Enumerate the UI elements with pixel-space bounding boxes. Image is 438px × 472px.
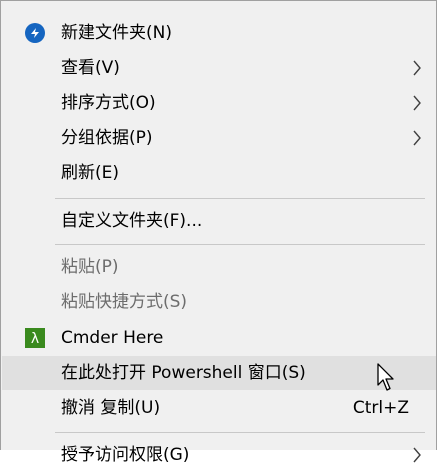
menu-item-undo-copy[interactable]: 撤消 复制(U) Ctrl+Z: [2, 391, 436, 425]
menu-item-paste-shortcut: 粘贴快捷方式(S): [2, 285, 436, 319]
menu-item-label: 粘贴快捷方式(S): [61, 292, 188, 312]
menu-separator: [55, 198, 425, 199]
chevron-right-icon: [413, 95, 421, 111]
chevron-right-icon: [413, 447, 421, 463]
menu-item-label: 刷新(E): [61, 163, 120, 183]
menu-item-shortcut: Ctrl+Z: [352, 398, 409, 418]
menu-item-new-folder[interactable]: 新建文件夹(N): [2, 16, 436, 50]
menu-item-label: 自定义文件夹(F)...: [61, 211, 203, 231]
menu-item-label: 授予访问权限(G): [61, 445, 190, 465]
menu-item-cmder-here[interactable]: λ Cmder Here: [2, 321, 436, 355]
context-menu: 新建文件夹(N) 查看(V) 排序方式(O) 分组依据(P) 刷新(E) 自定义…: [0, 0, 437, 465]
menu-item-sort-by[interactable]: 排序方式(O): [2, 86, 436, 120]
menu-item-label: 新建文件夹(N): [61, 23, 172, 43]
menu-item-label: 分组依据(P): [61, 128, 153, 148]
menu-item-label: Cmder Here: [61, 328, 164, 348]
menu-separator: [55, 432, 425, 433]
menu-separator: [55, 244, 425, 245]
menu-item-label: 撤消 复制(U): [61, 398, 161, 418]
svg-text:λ: λ: [31, 331, 39, 347]
menu-item-give-access[interactable]: 授予访问权限(G): [2, 438, 436, 472]
menu-item-paste: 粘贴(P): [2, 250, 436, 284]
menu-item-label: 查看(V): [61, 58, 120, 78]
menu-item-label: 在此处打开 Powershell 窗口(S): [61, 363, 306, 383]
new-folder-icon: [25, 23, 45, 43]
menu-item-label: 粘贴(P): [61, 257, 119, 277]
menu-item-open-powershell[interactable]: 在此处打开 Powershell 窗口(S): [2, 356, 436, 390]
menu-item-group-by[interactable]: 分组依据(P): [2, 121, 436, 155]
menu-item-customize-folder[interactable]: 自定义文件夹(F)...: [2, 204, 436, 238]
menu-item-refresh[interactable]: 刷新(E): [2, 156, 436, 190]
chevron-right-icon: [413, 130, 421, 146]
menu-item-label: 排序方式(O): [61, 93, 156, 113]
lambda-icon: λ: [25, 328, 45, 348]
arrow-cursor-icon: [377, 363, 394, 391]
chevron-right-icon: [413, 60, 421, 76]
menu-item-view[interactable]: 查看(V): [2, 51, 436, 85]
